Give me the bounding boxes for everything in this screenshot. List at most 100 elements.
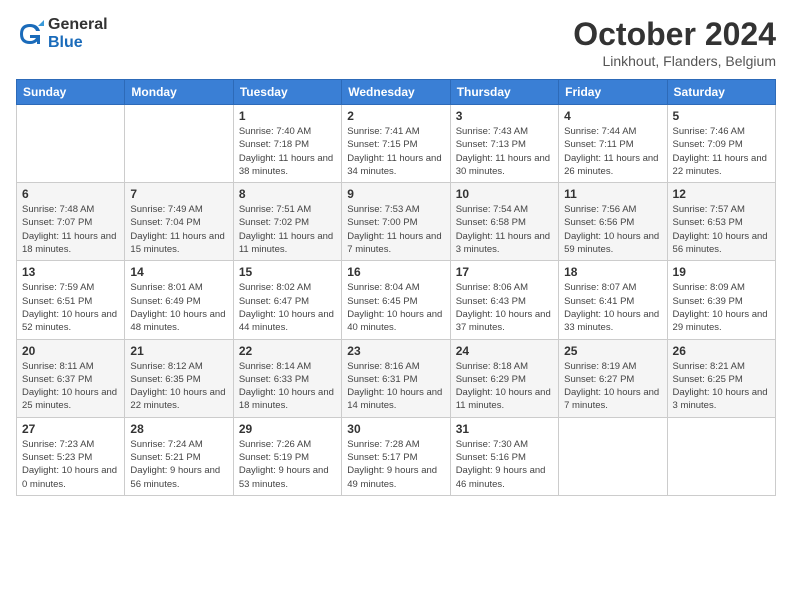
day-info: Sunrise: 7:23 AMSunset: 5:23 PMDaylight:… [22,438,119,491]
day-number: 1 [239,109,336,123]
calendar-cell: 30Sunrise: 7:28 AMSunset: 5:17 PMDayligh… [342,417,450,495]
calendar-cell: 17 Sunrise: 8:06 AMSunset: 6:43 PMDayligh… [450,261,558,339]
page-header: General Blue October 2024 Linkhout, Flan… [16,16,776,69]
day-info: Sunrise: 7:26 AMSunset: 5:19 PMDaylight:… [239,438,336,491]
day-info: Sunrise: 8:06 AMSunset: 6:43 PMDaylight:… [456,281,553,334]
calendar-cell: 29 Sunrise: 7:26 AMSunset: 5:19 PMDayligh… [233,417,341,495]
calendar-cell: 21 Sunrise: 8:12 AMSunset: 6:35 PMDayligh… [125,339,233,417]
day-number: 3 [456,109,553,123]
calendar-cell: 25 Sunrise: 8:19 AMSunset: 6:27 PMDayligh… [559,339,667,417]
day-number: 16 [347,265,444,279]
calendar-cell: 20 Sunrise: 8:11 AMSunset: 6:37 PMDayligh… [17,339,125,417]
day-number: 4 [564,109,661,123]
day-number: 7 [130,187,227,201]
calendar-cell: 12Sunrise: 7:57 AMSunset: 6:53 PMDayligh… [667,183,775,261]
day-number: 23 [347,344,444,358]
calendar-cell: 22 Sunrise: 8:14 AMSunset: 6:33 PMDayligh… [233,339,341,417]
day-info: Sunrise: 7:44 AMSunset: 7:11 PMDaylight:… [564,125,661,178]
logo-icon [16,20,44,48]
calendar-cell: 13 Sunrise: 7:59 AMSunset: 6:51 PMDayligh… [17,261,125,339]
day-info: Sunrise: 8:07 AMSunset: 6:41 PMDaylight:… [564,281,661,334]
calendar-week-2: 6 Sunrise: 7:48 AMSunset: 7:07 PMDaylight… [17,183,776,261]
day-number: 22 [239,344,336,358]
calendar-cell: 6 Sunrise: 7:48 AMSunset: 7:07 PMDaylight… [17,183,125,261]
day-info: Sunrise: 7:24 AMSunset: 5:21 PMDaylight:… [130,438,227,491]
calendar-week-3: 13 Sunrise: 7:59 AMSunset: 6:51 PMDayligh… [17,261,776,339]
day-info: Sunrise: 8:12 AMSunset: 6:35 PMDaylight:… [130,360,227,413]
calendar-cell: 8 Sunrise: 7:51 AMSunset: 7:02 PMDaylight… [233,183,341,261]
calendar-cell: 14 Sunrise: 8:01 AMSunset: 6:49 PMDayligh… [125,261,233,339]
calendar-table: SundayMondayTuesdayWednesdayThursdayFrid… [16,79,776,496]
calendar-header: SundayMondayTuesdayWednesdayThursdayFrid… [17,80,776,105]
day-info: Sunrise: 7:43 AMSunset: 7:13 PMDaylight:… [456,125,553,178]
day-info: Sunrise: 8:18 AMSunset: 6:29 PMDaylight:… [456,360,553,413]
weekday-row: SundayMondayTuesdayWednesdayThursdayFrid… [17,80,776,105]
weekday-header-saturday: Saturday [667,80,775,105]
day-info: Sunrise: 7:54 AMSunset: 6:58 PMDaylight:… [456,203,553,256]
calendar-cell: 19Sunrise: 8:09 AMSunset: 6:39 PMDayligh… [667,261,775,339]
day-number: 27 [22,422,119,436]
calendar-cell: 18 Sunrise: 8:07 AMSunset: 6:41 PMDayligh… [559,261,667,339]
day-number: 19 [673,265,770,279]
day-number: 15 [239,265,336,279]
day-number: 21 [130,344,227,358]
calendar-cell [559,417,667,495]
day-info: Sunrise: 7:48 AMSunset: 7:07 PMDaylight:… [22,203,119,256]
calendar-cell: 3 Sunrise: 7:43 AMSunset: 7:13 PMDaylight… [450,105,558,183]
title-area: October 2024 Linkhout, Flanders, Belgium [573,16,776,69]
day-number: 8 [239,187,336,201]
day-info: Sunrise: 7:46 AMSunset: 7:09 PMDaylight:… [673,125,770,178]
calendar-cell [17,105,125,183]
day-number: 29 [239,422,336,436]
day-info: Sunrise: 8:21 AMSunset: 6:25 PMDaylight:… [673,360,770,413]
day-info: Sunrise: 8:01 AMSunset: 6:49 PMDaylight:… [130,281,227,334]
day-number: 30 [347,422,444,436]
day-number: 28 [130,422,227,436]
day-number: 9 [347,187,444,201]
day-number: 31 [456,422,553,436]
weekday-header-tuesday: Tuesday [233,80,341,105]
day-info: Sunrise: 7:57 AMSunset: 6:53 PMDaylight:… [673,203,770,256]
month-title: October 2024 [573,16,776,53]
calendar-cell: 5 Sunrise: 7:46 AMSunset: 7:09 PMDaylight… [667,105,775,183]
calendar-cell [667,417,775,495]
calendar-week-4: 20 Sunrise: 8:11 AMSunset: 6:37 PMDayligh… [17,339,776,417]
day-number: 6 [22,187,119,201]
calendar-cell: 27 Sunrise: 7:23 AMSunset: 5:23 PMDayligh… [17,417,125,495]
day-info: Sunrise: 8:16 AMSunset: 6:31 PMDaylight:… [347,360,444,413]
weekday-header-monday: Monday [125,80,233,105]
calendar-cell: 2Sunrise: 7:41 AMSunset: 7:15 PMDaylight… [342,105,450,183]
calendar-cell: 11Sunrise: 7:56 AMSunset: 6:56 PMDayligh… [559,183,667,261]
day-info: Sunrise: 8:02 AMSunset: 6:47 PMDaylight:… [239,281,336,334]
day-info: Sunrise: 7:49 AMSunset: 7:04 PMDaylight:… [130,203,227,256]
calendar-cell: 28 Sunrise: 7:24 AMSunset: 5:21 PMDayligh… [125,417,233,495]
logo: General Blue [16,16,108,51]
day-number: 13 [22,265,119,279]
day-number: 14 [130,265,227,279]
day-info: Sunrise: 7:53 AMSunset: 7:00 PMDaylight:… [347,203,444,256]
calendar-week-5: 27 Sunrise: 7:23 AMSunset: 5:23 PMDayligh… [17,417,776,495]
day-info: Sunrise: 8:11 AMSunset: 6:37 PMDaylight:… [22,360,119,413]
calendar-cell: 26Sunrise: 8:21 AMSunset: 6:25 PMDayligh… [667,339,775,417]
day-info: Sunrise: 7:59 AMSunset: 6:51 PMDaylight:… [22,281,119,334]
day-number: 10 [456,187,553,201]
day-number: 17 [456,265,553,279]
day-number: 25 [564,344,661,358]
day-number: 2 [347,109,444,123]
day-number: 5 [673,109,770,123]
weekday-header-wednesday: Wednesday [342,80,450,105]
weekday-header-friday: Friday [559,80,667,105]
location-title: Linkhout, Flanders, Belgium [573,53,776,69]
day-number: 20 [22,344,119,358]
day-info: Sunrise: 8:04 AMSunset: 6:45 PMDaylight:… [347,281,444,334]
calendar-cell: 23 Sunrise: 8:16 AMSunset: 6:31 PMDayligh… [342,339,450,417]
calendar-cell: 7 Sunrise: 7:49 AMSunset: 7:04 PMDaylight… [125,183,233,261]
day-info: Sunrise: 7:51 AMSunset: 7:02 PMDaylight:… [239,203,336,256]
day-info: Sunrise: 8:19 AMSunset: 6:27 PMDaylight:… [564,360,661,413]
weekday-header-thursday: Thursday [450,80,558,105]
day-info: Sunrise: 8:14 AMSunset: 6:33 PMDaylight:… [239,360,336,413]
day-number: 18 [564,265,661,279]
calendar-cell: 15 Sunrise: 8:02 AMSunset: 6:47 PMDayligh… [233,261,341,339]
day-info: Sunrise: 7:40 AMSunset: 7:18 PMDaylight:… [239,125,336,178]
day-info: Sunrise: 7:30 AMSunset: 5:16 PMDaylight:… [456,438,553,491]
